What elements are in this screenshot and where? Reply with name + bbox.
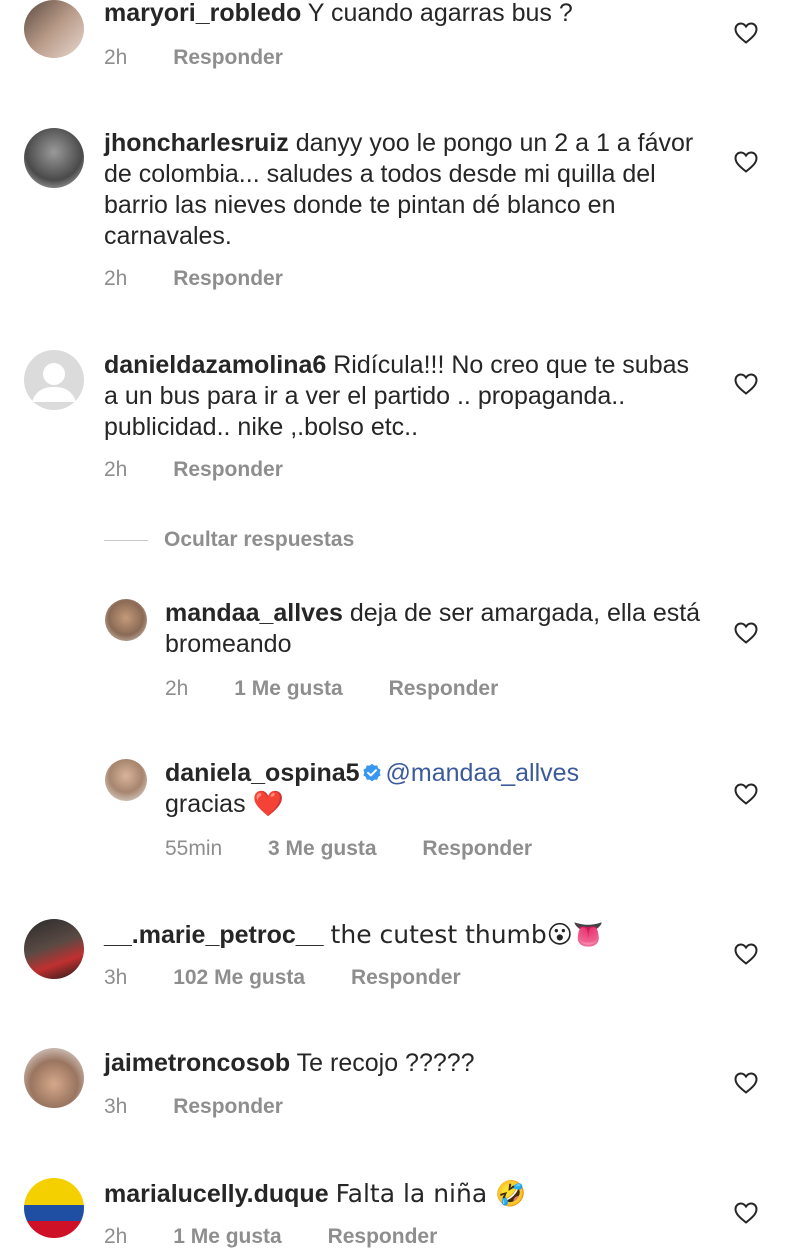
- reply-button[interactable]: Responder: [328, 1225, 438, 1248]
- reply-button[interactable]: Responder: [351, 966, 461, 989]
- hide-replies-button[interactable]: Ocultar respuestas: [104, 528, 354, 552]
- avatar[interactable]: [24, 350, 84, 410]
- avatar[interactable]: [105, 599, 147, 641]
- comment-text: Te recojo ?????: [296, 1049, 475, 1077]
- reply-button[interactable]: Responder: [422, 837, 532, 860]
- likes-count[interactable]: 1 Me gusta: [173, 1225, 282, 1248]
- likes-count[interactable]: 3 Me gusta: [268, 837, 377, 860]
- heart-icon[interactable]: [734, 373, 758, 395]
- comment-text: Falta la niña 🤣: [335, 1179, 527, 1208]
- avatar[interactable]: [105, 759, 147, 801]
- reply-button[interactable]: Responder: [389, 677, 499, 700]
- comment-time: 3h: [104, 966, 128, 989]
- comment-username[interactable]: maryori_robledo: [104, 0, 301, 27]
- reply-button[interactable]: Responder: [173, 1095, 283, 1118]
- heart-icon[interactable]: [734, 943, 758, 965]
- comment-time: 2h: [104, 46, 128, 69]
- verified-badge-icon: [362, 763, 381, 782]
- comment-text: the cutest thumb😮👅: [330, 920, 604, 949]
- avatar[interactable]: [24, 0, 84, 58]
- heart-icon[interactable]: [734, 783, 758, 805]
- heart-icon[interactable]: [734, 1202, 758, 1224]
- comment-username[interactable]: jhoncharlesruiz: [104, 129, 289, 157]
- likes-count[interactable]: 1 Me gusta: [234, 677, 343, 700]
- avatar[interactable]: [24, 1048, 84, 1108]
- hide-replies-label: Ocultar respuestas: [164, 528, 355, 551]
- comment-time: 3h: [104, 1095, 128, 1118]
- comment-text: Y cuando agarras bus ?: [307, 0, 573, 27]
- reply-button[interactable]: Responder: [173, 46, 283, 69]
- heart-icon[interactable]: [734, 1072, 758, 1094]
- default-avatar-icon: [32, 363, 76, 402]
- likes-count[interactable]: 102 Me gusta: [173, 966, 305, 989]
- reply-username[interactable]: mandaa_allves: [165, 599, 343, 627]
- comment-time: 2h: [104, 267, 128, 290]
- avatar[interactable]: [24, 919, 84, 979]
- heart-icon[interactable]: [734, 622, 758, 644]
- reply-text: gracias ❤️: [165, 790, 284, 818]
- comment-username[interactable]: __.marie_petroc__: [104, 921, 324, 949]
- comment-time: 2h: [104, 458, 128, 481]
- reply-button[interactable]: Responder: [173, 458, 283, 481]
- mention-link[interactable]: @mandaa_allves: [386, 759, 580, 787]
- comment-time: 2h: [104, 1225, 128, 1248]
- comment-username[interactable]: jaimetroncosob: [104, 1049, 290, 1077]
- avatar[interactable]: [24, 1178, 84, 1238]
- avatar[interactable]: [24, 128, 84, 188]
- reply-time: 2h: [165, 677, 189, 700]
- comment-username[interactable]: marialucelly.duque: [104, 1180, 329, 1208]
- reply-time: 55min: [165, 837, 223, 860]
- comment-username[interactable]: danieldazamolina6: [104, 351, 326, 379]
- reply-username[interactable]: daniela_ospina5: [165, 759, 360, 787]
- reply-button[interactable]: Responder: [173, 267, 283, 290]
- heart-icon[interactable]: [734, 22, 758, 44]
- replies-divider: [104, 539, 148, 541]
- heart-icon[interactable]: [734, 151, 758, 173]
